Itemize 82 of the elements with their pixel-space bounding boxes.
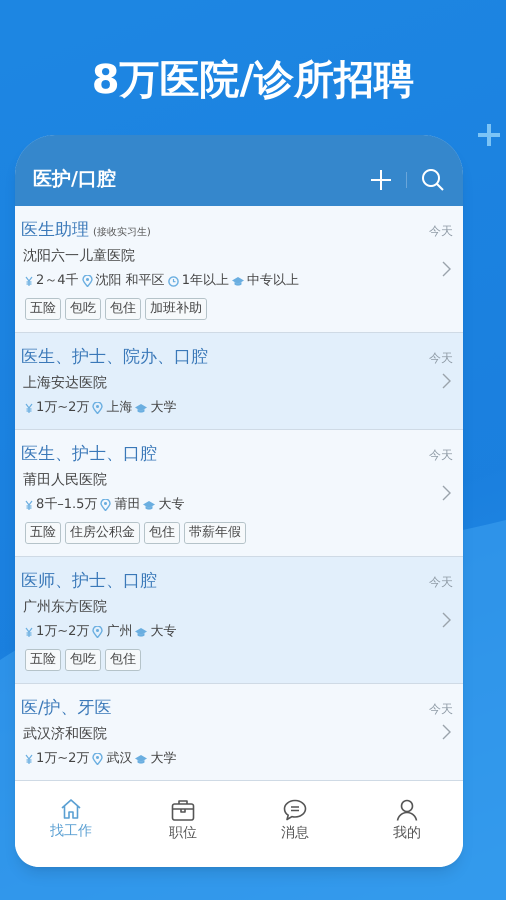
job-title: 医生、护士、口腔 — [21, 443, 157, 466]
headline: 8万医院/诊所招聘 — [92, 56, 414, 105]
job-card[interactable]: 医生、护士、口腔 今天 莆田人民医院 8千–1.5万 莆田 大专 五险 住房公积金 包住 带薪年假 — [15, 430, 463, 557]
benefit-tag: 五险 — [25, 298, 61, 320]
job-info: 武汉 — [106, 750, 132, 768]
graduation-cap-icon — [232, 276, 244, 286]
post-date: 今天 — [429, 574, 453, 591]
hospital-name: 沈阳六一儿童医院 — [23, 247, 135, 266]
job-title: 医师、护士、口腔 — [21, 570, 157, 593]
job-title: 医/护、牙医 — [21, 697, 112, 720]
location-pin-icon — [92, 402, 104, 414]
yen-icon — [25, 627, 33, 637]
job-info: 1万~2万 — [36, 750, 90, 768]
job-note: (接收实习生) — [93, 226, 151, 240]
clock-icon — [168, 276, 179, 286]
location-pin-icon — [92, 626, 104, 638]
job-info: 大学 — [150, 399, 176, 418]
briefcase-icon — [171, 799, 195, 821]
location-pin-icon — [92, 753, 104, 765]
yen-icon — [25, 403, 33, 413]
job-info: 大学 — [150, 750, 176, 768]
benefit-tag: 带薪年假 — [184, 522, 246, 544]
job-info: 2～4千 — [36, 272, 79, 290]
post-date: 今天 — [429, 447, 453, 464]
job-title: 医生、护士、院办、口腔 — [21, 346, 208, 369]
job-card[interactable]: 医师、护士、口腔 今天 广州东方医院 1万~2万 广州 大专 五险 包吃 包住 — [15, 557, 463, 684]
location-pin-icon — [82, 275, 93, 287]
benefit-tag: 五险 — [25, 522, 61, 544]
post-date: 今天 — [429, 350, 453, 367]
hospital-name: 广州东方医院 — [23, 598, 107, 617]
job-info: 大专 — [150, 623, 176, 642]
benefit-tag: 加班补助 — [145, 298, 207, 320]
graduation-cap-icon — [135, 404, 148, 412]
search-button[interactable] — [419, 166, 445, 192]
job-card[interactable]: 医生助理 (接收实习生) 今天 沈阳六一儿童医院 2～4千 沈阳 和平区 1年以上 中专以上 五险 包吃 包住 加班补助 — [15, 206, 463, 333]
job-info: 大专 — [158, 496, 184, 514]
plus-decoration-icon — [478, 124, 500, 146]
location-pin-icon — [100, 499, 112, 511]
chevron-right-icon — [442, 485, 451, 501]
benefit-tag: 包住 — [105, 298, 141, 320]
yen-icon — [25, 754, 33, 764]
job-info: 1万~2万 — [36, 399, 90, 418]
yen-icon — [25, 500, 33, 510]
job-info: 中专以上 — [246, 272, 299, 290]
post-date: 今天 — [429, 223, 453, 240]
nav-tab[interactable]: 消息 — [239, 791, 351, 867]
benefit-tag: 包吃 — [65, 298, 101, 320]
job-info: 沈阳 和平区 — [96, 272, 165, 290]
benefit-tag: 住房公积金 — [65, 522, 140, 544]
chevron-right-icon — [442, 612, 451, 628]
job-title: 医生助理 — [21, 219, 89, 242]
chevron-right-icon — [442, 724, 451, 740]
job-card[interactable]: 医/护、牙医 今天 武汉济和医院 1万~2万 武汉 大学 — [15, 684, 463, 781]
benefit-tag: 包住 — [144, 522, 180, 544]
post-date: 今天 — [429, 701, 453, 718]
job-info: 广州 — [106, 623, 132, 642]
job-info: 莆田 — [114, 496, 140, 514]
yen-icon — [25, 276, 33, 286]
nav-tab[interactable]: 我的 — [351, 791, 463, 867]
job-info: 1万~2万 — [36, 623, 90, 642]
graduation-cap-icon — [135, 628, 148, 636]
plus-icon — [370, 168, 392, 190]
job-info: 上海 — [106, 399, 132, 418]
header-title: 医护/口腔 — [33, 167, 117, 192]
graduation-cap-icon — [135, 754, 148, 764]
benefit-tag: 五险 — [25, 649, 61, 671]
hospital-name: 武汉济和医院 — [23, 725, 107, 744]
hospital-name: 莆田人民医院 — [23, 471, 107, 490]
chevron-right-icon — [442, 261, 451, 277]
benefit-tag: 包住 — [105, 649, 141, 671]
chevron-right-icon — [442, 373, 451, 389]
home-icon — [60, 799, 82, 819]
hospital-name: 上海安达医院 — [23, 374, 107, 393]
job-info: 1年以上 — [182, 272, 229, 290]
nav-tab[interactable]: 职位 — [127, 791, 239, 867]
benefit-tag: 包吃 — [65, 649, 101, 671]
chat-bubble-icon — [283, 799, 307, 821]
job-card[interactable]: 医生、护士、院办、口腔 今天 上海安达医院 1万~2万 上海 大学 — [15, 333, 463, 430]
job-info: 8千–1.5万 — [36, 496, 98, 514]
search-icon — [420, 168, 444, 191]
graduation-cap-icon — [143, 500, 156, 510]
user-icon — [396, 799, 418, 821]
